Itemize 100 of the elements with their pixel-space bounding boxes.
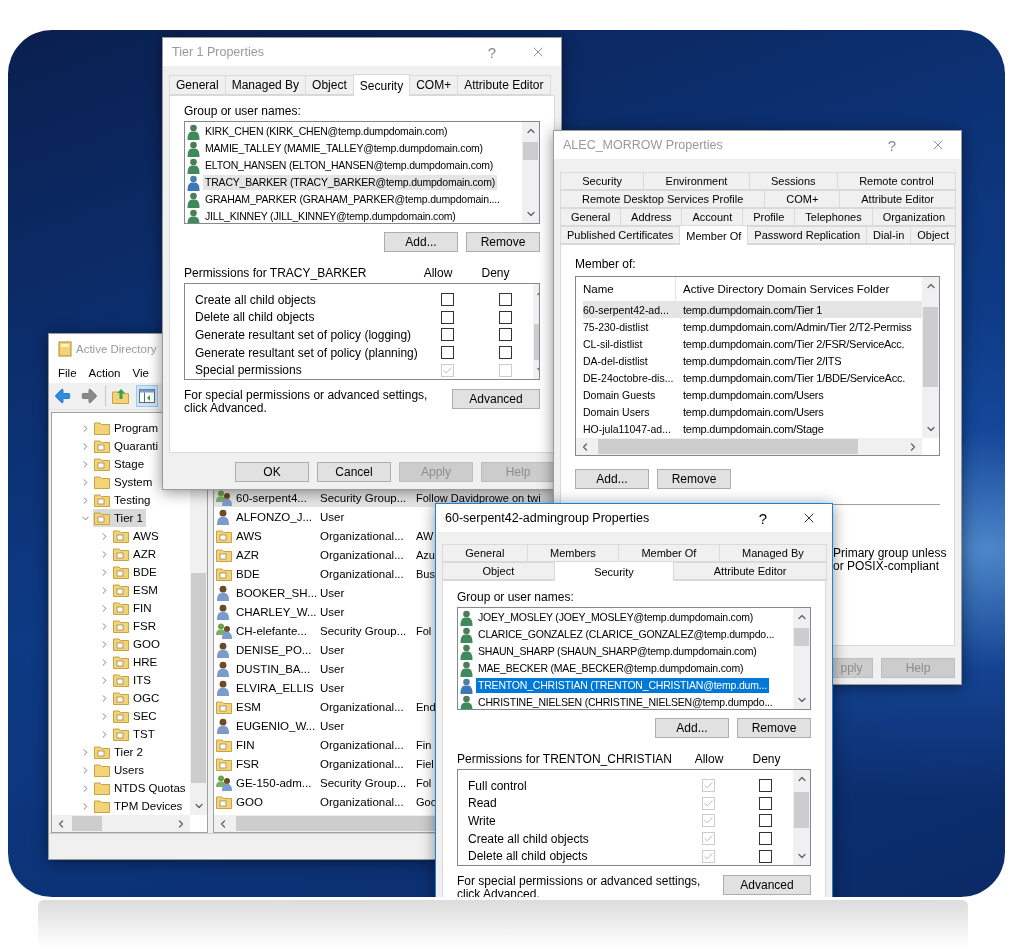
tab[interactable]: General xyxy=(560,208,622,226)
list-row[interactable]: HO-jula11047-ad... temp.dumpdomain.com/Stage xyxy=(583,420,922,437)
checkbox[interactable] xyxy=(759,796,772,810)
list-item[interactable]: MAMIE_TALLEY (MAMIE_TALLEY@temp.dumpdomain.com) xyxy=(203,141,485,156)
scrollbar-thumb[interactable] xyxy=(523,142,538,160)
checkbox[interactable] xyxy=(759,814,772,828)
tab[interactable]: Attribute Editor xyxy=(673,562,827,580)
back-arrow-icon[interactable] xyxy=(53,386,73,406)
checkbox[interactable] xyxy=(759,779,772,793)
tab[interactable]: COM+ xyxy=(764,190,841,208)
list-item[interactable]: MAE_BECKER (MAE_BECKER@temp.dumpdomain.com) xyxy=(476,661,746,676)
add-button[interactable]: Add... xyxy=(655,718,729,738)
column-header[interactable]: Active Directory Domain Services Folder xyxy=(683,283,890,295)
list-row[interactable]: DA-del-distlist temp.dumpdomain.com/Tier 2/ITS xyxy=(583,352,922,369)
scrollbar[interactable] xyxy=(522,122,539,223)
remove-button[interactable]: Remove xyxy=(737,718,811,738)
tab[interactable]: COM+ xyxy=(409,75,459,95)
checkbox[interactable] xyxy=(441,293,455,307)
list-row[interactable]: FIN Organizational... Fin xyxy=(214,735,556,754)
tab[interactable]: Member Of xyxy=(618,544,720,562)
tree-item[interactable]: GOO xyxy=(112,635,163,653)
list-row[interactable]: Domain Guests temp.dumpdomain.com/Users xyxy=(583,386,922,403)
checkbox[interactable] xyxy=(441,310,455,324)
tab[interactable]: Object xyxy=(910,226,956,244)
remove-button[interactable]: Remove xyxy=(657,469,731,489)
dialog-button[interactable]: Cancel xyxy=(317,462,391,482)
help-button[interactable]: ? xyxy=(475,39,509,65)
tree-item[interactable]: Program xyxy=(93,419,162,437)
tab[interactable]: Object xyxy=(442,562,555,580)
scrollbar-thumb[interactable] xyxy=(794,792,809,828)
tree-item[interactable]: Tier 1 xyxy=(93,509,146,527)
list-row[interactable]: DE-24octobre-dis... temp.dumpdomain.com/Tier 1/BDE/ServiceAcc. xyxy=(583,369,922,386)
list-row[interactable]: 60-serpent42-ad... temp.dumpdomain.com/Tier 1 xyxy=(583,301,922,318)
list-item[interactable]: CHRISTINE_NIELSEN (CHRISTINE_NIELSEN@temp.dumpdo... xyxy=(476,695,775,709)
list-item[interactable]: GRAHAM_PARKER (GRAHAM_PARKER@temp.dumpdomain.... xyxy=(203,192,502,207)
tab[interactable]: Attribute Editor xyxy=(839,190,956,208)
tab[interactable]: Attribute Editor xyxy=(457,75,551,95)
checkbox[interactable] xyxy=(441,346,455,360)
scrollbar[interactable] xyxy=(793,770,810,865)
tab[interactable]: Remote control xyxy=(836,172,956,190)
advanced-button[interactable]: Advanced xyxy=(452,389,540,409)
list-row[interactable]: Domain Users temp.dumpdomain.com/Users xyxy=(583,403,922,420)
tab[interactable]: Remote Desktop Services Profile xyxy=(560,190,766,208)
tree-item[interactable]: NTDS Quotas xyxy=(93,779,189,797)
list-item[interactable]: ELTON_HANSEN (ELTON_HANSEN@temp.dumpdomain.com) xyxy=(203,158,496,173)
tab[interactable]: Profile xyxy=(742,208,796,226)
tab[interactable]: General xyxy=(169,75,226,95)
tree-item[interactable]: Stage xyxy=(93,455,148,473)
tree-item[interactable]: Users xyxy=(93,761,148,779)
tab[interactable]: General xyxy=(442,544,528,562)
tab[interactable]: Members xyxy=(526,544,620,562)
menu-item[interactable]: Action xyxy=(82,363,127,383)
scrollbar-thumb[interactable] xyxy=(191,573,206,783)
tab[interactable]: Organization xyxy=(871,208,956,226)
tree-item[interactable]: BDE xyxy=(112,563,160,581)
list-item[interactable]: SHAUN_SHARP (SHAUN_SHARP@temp.dumpdomain.com) xyxy=(476,644,759,659)
scrollbar[interactable] xyxy=(793,608,810,709)
tree-item[interactable]: ITS xyxy=(112,671,154,689)
console-tree-icon[interactable] xyxy=(136,385,158,407)
checkbox[interactable] xyxy=(498,293,512,307)
scrollbar[interactable] xyxy=(52,815,190,832)
list-item[interactable]: TRACY_BARKER (TRACY_BARKER@temp.dumpdomain.com) xyxy=(203,175,498,190)
tab[interactable]: Published Certificates xyxy=(560,226,681,244)
list-item[interactable]: KIRK_CHEN (KIRK_CHEN@temp.dumpdomain.com) xyxy=(203,124,450,139)
checkbox[interactable] xyxy=(759,832,772,846)
tab[interactable]: Security xyxy=(352,74,411,96)
tab[interactable]: Telephones xyxy=(794,208,873,226)
scrollbar-thumb[interactable] xyxy=(923,307,938,387)
tree-item[interactable]: Quaranti xyxy=(93,437,162,455)
tab[interactable]: Managed By xyxy=(718,544,827,562)
scrollbar[interactable] xyxy=(922,277,939,438)
tab[interactable]: Password Replication xyxy=(747,226,868,244)
tab[interactable]: Sessions xyxy=(748,172,838,190)
tree-item[interactable]: HRE xyxy=(112,653,161,671)
checkbox[interactable] xyxy=(498,328,512,342)
tab[interactable]: Object xyxy=(305,75,354,95)
tree-item[interactable]: Testing xyxy=(93,491,154,509)
list-row[interactable]: AWS Organizational... AW xyxy=(214,526,556,545)
menu-item[interactable]: File xyxy=(52,363,83,383)
scrollbar-thumb[interactable] xyxy=(72,816,102,831)
checkbox[interactable] xyxy=(498,310,512,324)
column-header[interactable]: Name xyxy=(583,283,614,295)
tab[interactable]: Security xyxy=(553,561,675,581)
tab[interactable]: Dial-in xyxy=(866,226,912,244)
help-button[interactable]: ? xyxy=(875,132,909,158)
tree-item[interactable]: TPM Devices xyxy=(93,797,186,815)
tab[interactable]: Environment xyxy=(643,172,750,190)
remove-button[interactable]: Remove xyxy=(466,232,540,252)
tree-item[interactable]: System xyxy=(93,473,156,491)
list-row[interactable]: CL-sil-distlist temp.dumpdomain.com/Tier 2/FSR/ServiceAcc. xyxy=(583,335,922,352)
list-item[interactable]: JILL_KINNEY (JILL_KINNEY@temp.dumpdomain.com) xyxy=(203,209,458,223)
folder-up-icon[interactable] xyxy=(112,388,130,404)
scrollbar-thumb[interactable] xyxy=(598,439,858,454)
tree-item[interactable]: Tier 2 xyxy=(93,743,146,761)
scrollbar[interactable] xyxy=(576,438,922,455)
tab[interactable]: Address xyxy=(620,208,683,226)
tree-item[interactable]: AWS xyxy=(112,527,162,545)
checkbox[interactable] xyxy=(498,346,512,360)
tree-item[interactable]: OGC xyxy=(112,689,163,707)
checkbox[interactable] xyxy=(441,328,455,342)
